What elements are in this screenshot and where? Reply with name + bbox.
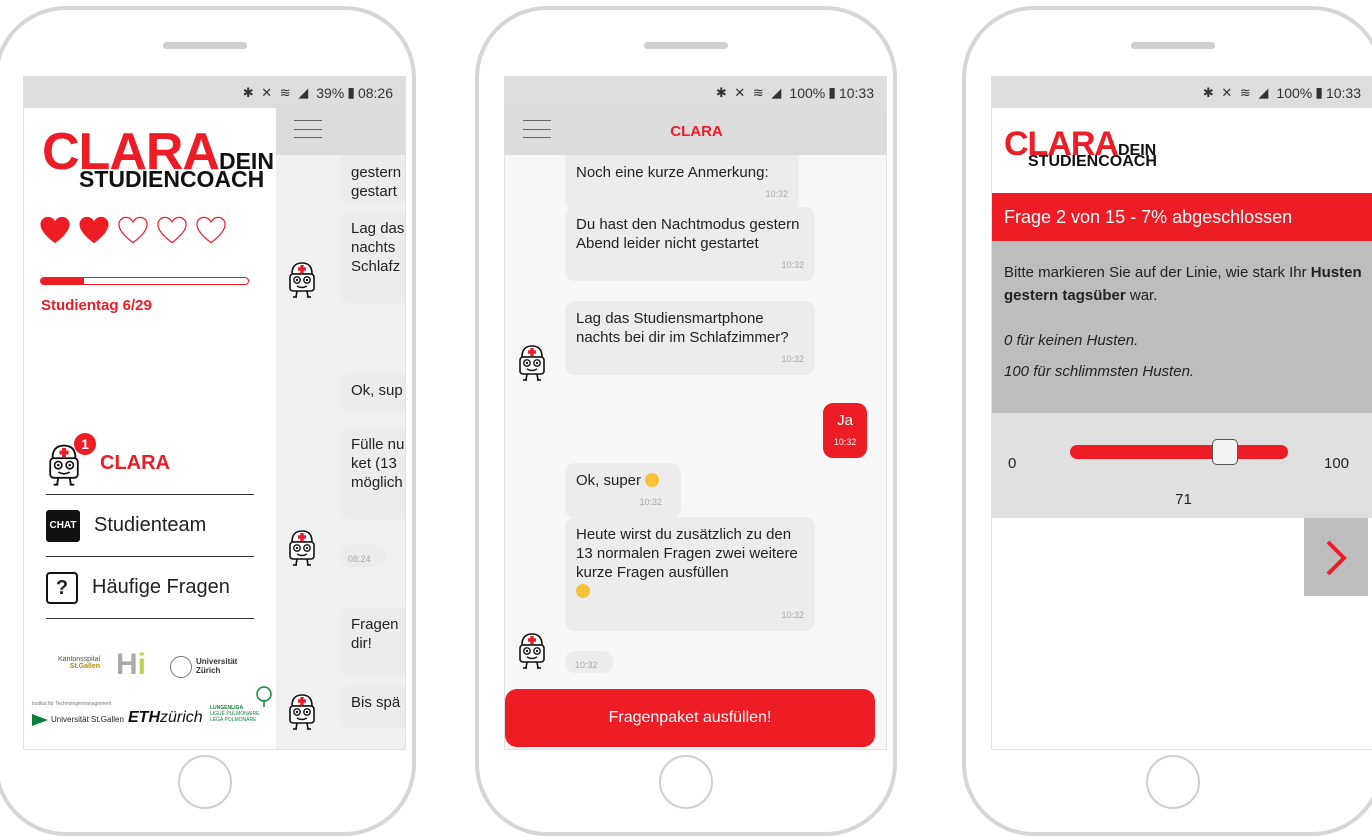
menu-label: CLARA — [100, 452, 170, 474]
chat-message-user: Ja 10:32 — [823, 403, 867, 458]
chat-icon: CHAT — [46, 509, 80, 542]
ksg-logo: Kantonsspital St.Gallen — [58, 656, 101, 670]
chat-message: Heute wirst du zusätzlich zu den 13 norm… — [565, 517, 815, 631]
question-prompt: Bitte markieren Sie auf der Linie, wie s… — [1004, 264, 1362, 304]
screen-menu: ✱ ✕ ≋ ◢ 39% ▮ 08:26 gestern gestart Lag … — [23, 76, 406, 750]
app-logo: CLARADEIN STUDIENCOACH — [42, 123, 274, 192]
heart-empty-icon — [157, 216, 187, 244]
eth-logo: ETHzürich — [128, 709, 203, 726]
battery-level: 100% — [789, 84, 826, 101]
screen-question: ✱ ✕ ≋ ◢ 100% ▮ 10:33 CLARADEIN STUDIENCO… — [991, 76, 1372, 750]
status-bar: ✱ ✕ ≋ ◢ 100% ▮ 10:33 — [505, 77, 886, 108]
slider-value: 71 — [1175, 491, 1192, 508]
heart-empty-icon — [118, 216, 148, 244]
smiley-icon — [645, 473, 660, 487]
slider-panel: 0 100 71 — [992, 413, 1372, 518]
chat-message: Du hast den Nachtmodus gestern Abend lei… — [565, 207, 815, 281]
status-icons: ✱ ✕ ≋ ◢ — [715, 84, 784, 100]
chat-fragment: Ok, sup — [340, 373, 405, 413]
hearts-rating — [40, 216, 226, 244]
menu-label: Häufige Fragen — [92, 576, 230, 598]
robot-icon — [287, 527, 317, 567]
menu-item-faq[interactable]: ? Häufige Fragen — [46, 557, 254, 619]
chat-time: 08:24 — [340, 545, 386, 567]
home-button[interactable] — [1146, 755, 1200, 809]
clock: 10:33 — [1325, 84, 1361, 101]
question-progress-header: Frage 2 von 15 - 7% abgeschlossen — [992, 193, 1372, 241]
chat-fragment: Bis spä — [340, 685, 405, 729]
home-button[interactable] — [659, 755, 713, 809]
hint-min: 0 für keinen Husten. — [1004, 332, 1139, 349]
hsg-logo: Universität St.Gallen — [51, 715, 124, 724]
chat-message: Lag das Studiensmartphone nachts bei dir… — [565, 301, 815, 375]
hint-max: 100 für schlimmsten Husten. — [1004, 363, 1195, 380]
battery-icon: ▮ — [828, 84, 836, 100]
phone-frame-1: ✱ ✕ ≋ ◢ 39% ▮ 08:26 gestern gestart Lag … — [0, 6, 416, 836]
battery-icon: ▮ — [1315, 84, 1323, 100]
chat-header — [276, 108, 405, 155]
status-icons: ✱ ✕ ≋ ◢ — [1202, 84, 1271, 100]
heart-filled-icon — [79, 216, 109, 244]
slider-min-label: 0 — [1008, 455, 1017, 472]
next-button[interactable] — [1304, 518, 1368, 596]
hsg-icon — [32, 714, 48, 726]
chat-header: CLARA — [505, 108, 886, 155]
uzh-logo: Universität Zürich — [196, 657, 238, 675]
phone-frame-2: ✱ ✕ ≋ ◢ 100% ▮ 10:33 CLARA Noch eine kur… — [475, 6, 897, 836]
chat-message: Ok, super 10:32 — [565, 463, 681, 518]
speaker — [644, 42, 728, 49]
menu-item-clara[interactable]: 1 CLARA — [46, 432, 254, 495]
slider-track[interactable] — [1070, 439, 1288, 465]
hamburger-icon[interactable] — [294, 120, 322, 138]
heart-empty-icon — [196, 216, 226, 244]
battery-level: 100% — [1276, 84, 1313, 101]
chat-fragment: Lag das nachts Schlafz — [340, 211, 405, 303]
chat-message: Noch eine kurze Anmerkung: 10:32 — [565, 155, 799, 210]
chat-fragment: gestern gestart — [340, 155, 405, 203]
speaker — [163, 42, 247, 49]
speaker — [1131, 42, 1215, 49]
hsg-caption: Institut für Technologiemanagement — [32, 701, 112, 707]
battery-icon: ▮ — [347, 84, 355, 100]
question-text: Bitte markieren Sie auf der Linie, wie s… — [992, 241, 1372, 413]
chat-fragment: Fülle nu ket (13 möglich — [340, 427, 405, 519]
uzh-seal-icon — [170, 656, 192, 678]
app-logo: CLARADEIN STUDIENCOACH — [1004, 125, 1157, 170]
phone-frame-3: ✱ ✕ ≋ ◢ 100% ▮ 10:33 CLARADEIN STUDIENCO… — [962, 6, 1372, 836]
robot-icon — [517, 630, 547, 670]
chat-title: CLARA — [670, 123, 723, 140]
clock: 10:33 — [838, 84, 874, 101]
study-progress-bar — [40, 277, 249, 285]
robot-icon — [287, 691, 317, 731]
chat-fragment: Fragen dir! — [340, 607, 405, 677]
clock: 08:26 — [357, 84, 393, 101]
menu-label: Studienteam — [94, 514, 207, 536]
slider-max-label: 100 — [1324, 455, 1350, 472]
battery-level: 39% — [316, 84, 345, 101]
heart-filled-icon — [40, 216, 70, 244]
status-icons: ✱ ✕ ≋ ◢ — [242, 84, 311, 100]
home-button[interactable] — [178, 755, 232, 809]
robot-icon — [287, 259, 317, 299]
robot-icon: 1 — [46, 432, 96, 487]
lungenliga-logo: LUNGENLIGA LIGUE PULMONAIRE LEGA POLMONA… — [210, 705, 260, 723]
navigation-drawer: CLARADEIN STUDIENCOACH Studientag 6/29 1… — [24, 108, 276, 749]
hi-logo: Hi — [116, 648, 147, 681]
tree-icon — [256, 686, 272, 707]
status-bar: ✱ ✕ ≋ ◢ 39% ▮ 08:26 — [24, 77, 405, 108]
screen-chat: ✱ ✕ ≋ ◢ 100% ▮ 10:33 CLARA Noch eine kur… — [504, 76, 887, 750]
chat-time: 10:32 — [565, 651, 613, 673]
chevron-right-icon — [1326, 540, 1347, 576]
notification-badge: 1 — [74, 432, 96, 455]
slider-thumb[interactable] — [1211, 439, 1238, 465]
robot-icon — [517, 342, 547, 382]
question-icon: ? — [46, 571, 78, 604]
menu-item-studienteam[interactable]: CHAT Studienteam — [46, 495, 254, 557]
wink-icon — [576, 584, 590, 598]
study-day-label: Studientag 6/29 — [41, 297, 152, 314]
fill-questionnaire-button[interactable]: Fragenpaket ausfüllen! — [505, 689, 875, 747]
status-bar: ✱ ✕ ≋ ◢ 100% ▮ 10:33 — [992, 77, 1372, 108]
